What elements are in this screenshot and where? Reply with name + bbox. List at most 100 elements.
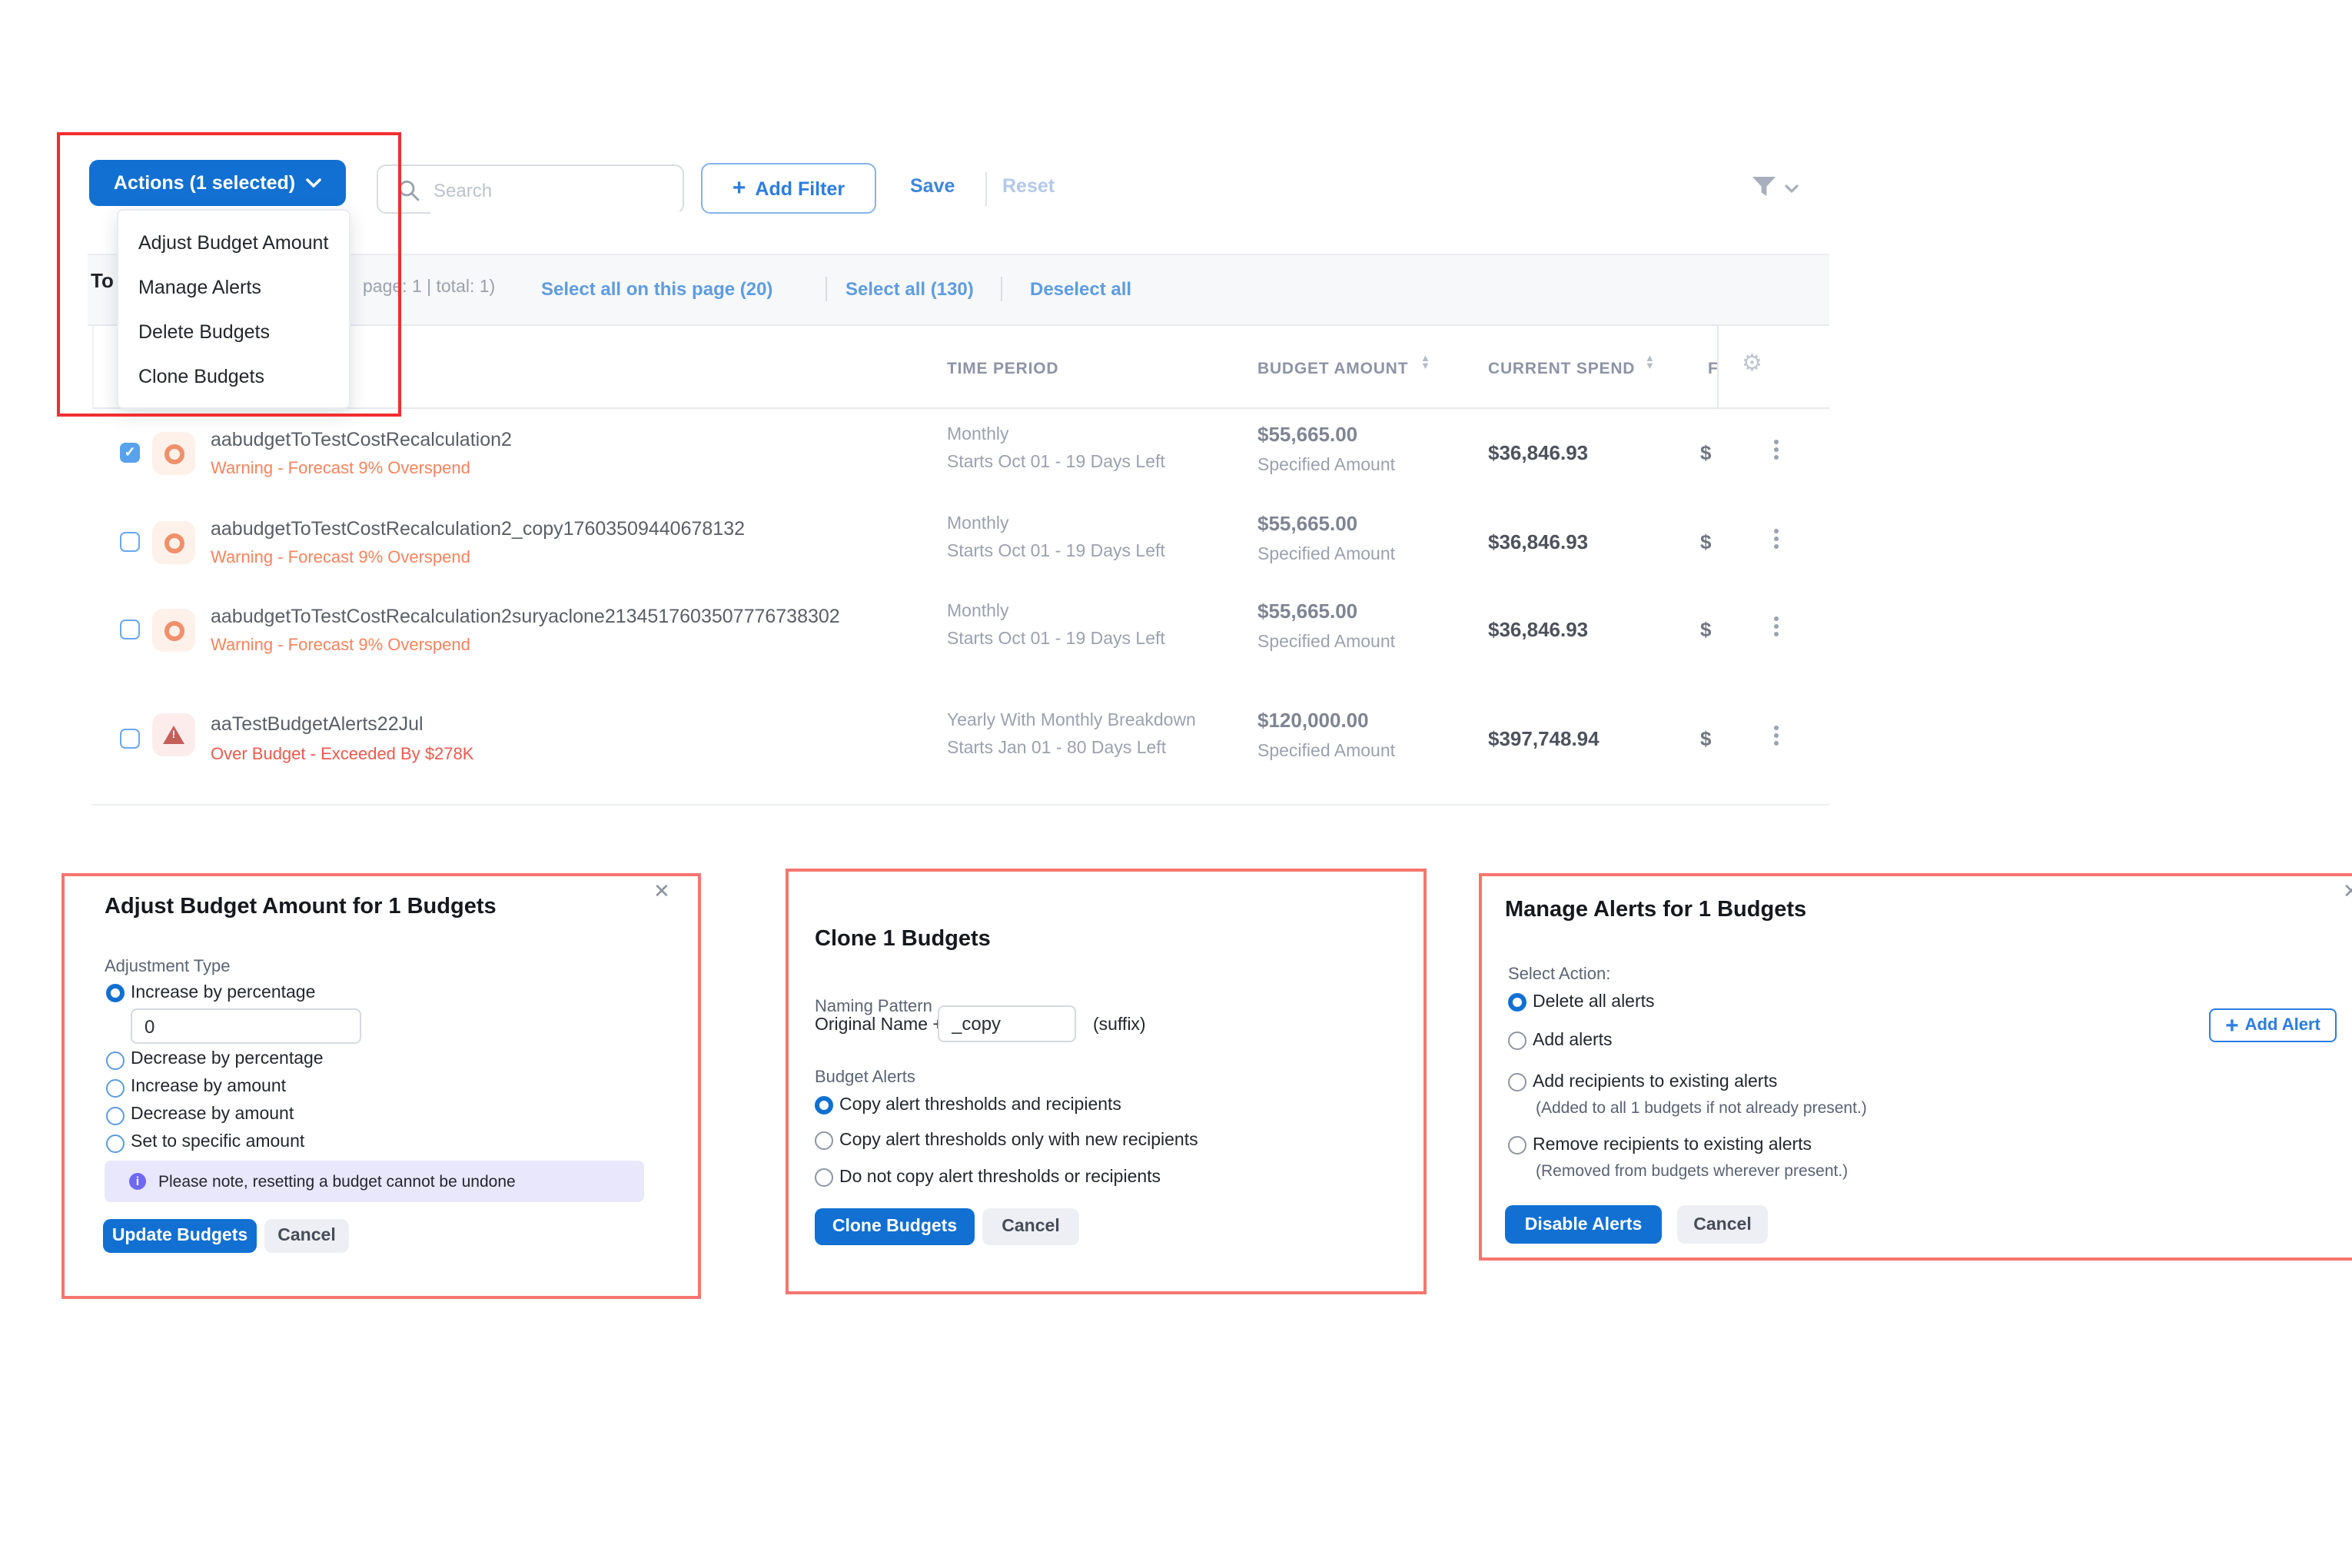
radio-label[interactable]: Increase by amount xyxy=(131,1078,286,1096)
plus-icon: + xyxy=(2225,1014,2239,1037)
column-header-current-spend[interactable]: CURRENT SPEND xyxy=(1488,360,1635,378)
radio-copy-thresholds-recipients[interactable] xyxy=(815,1096,833,1115)
deselect-all-link[interactable]: Deselect all xyxy=(1030,278,1131,300)
budgets-page: Actions (1 selected) + Add Filter Save R… xyxy=(0,0,2352,1568)
menu-item-clone-budgets[interactable]: Clone Budgets xyxy=(118,354,349,398)
radio-add-recipients[interactable] xyxy=(1508,1073,1526,1091)
menu-item-adjust-budget-amount[interactable]: Adjust Budget Amount xyxy=(118,220,349,264)
info-icon: i xyxy=(129,1173,146,1190)
menu-item-manage-alerts[interactable]: Manage Alerts xyxy=(118,264,349,309)
radio-increase-by-amount[interactable] xyxy=(106,1079,125,1098)
radio-label[interactable]: Set to specific amount xyxy=(131,1133,304,1151)
budget-name[interactable]: aabudgetToTestCostRecalculation2 xyxy=(211,429,512,450)
radio-label[interactable]: Add alerts xyxy=(1533,1031,1613,1050)
budget-status: Warning - Forecast 9% Overspend xyxy=(211,636,470,655)
info-banner-text: Please note, resetting a budget cannot b… xyxy=(158,1172,516,1191)
cancel-button[interactable]: Cancel xyxy=(1677,1205,1768,1244)
add-filter-button[interactable]: + Add Filter xyxy=(701,163,876,214)
budget-amount-type: Specified Amount xyxy=(1257,546,1395,564)
row-checkbox[interactable] xyxy=(120,620,140,639)
forecast-clipped-value: $ xyxy=(1700,727,1711,750)
table-row[interactable]: aabudgetToTestCostRecalculation2_copy176… xyxy=(92,498,1829,587)
radio-note: (Removed from budgets wherever present.) xyxy=(1536,1162,1848,1181)
radio-label[interactable]: Delete all alerts xyxy=(1533,993,1655,1012)
table-row[interactable]: ✓ aabudgetToTestCostRecalculation2 Warni… xyxy=(92,409,1829,500)
current-spend: $36,846.93 xyxy=(1488,618,1588,641)
menu-item-delete-budgets[interactable]: Delete Budgets xyxy=(118,309,349,354)
update-budgets-button[interactable]: Update Budgets xyxy=(103,1219,257,1253)
cancel-button[interactable]: Cancel xyxy=(264,1219,349,1253)
column-header-budget-amount[interactable]: BUDGET AMOUNT xyxy=(1257,360,1408,378)
budget-name[interactable]: aaTestBudgetAlerts22Jul xyxy=(211,713,424,735)
reset-button[interactable]: Reset xyxy=(1002,175,1055,197)
chevron-down-icon xyxy=(306,178,321,188)
budget-amount-type: Specified Amount xyxy=(1257,457,1395,475)
search-box xyxy=(377,164,684,214)
row-kebab-menu-icon[interactable] xyxy=(1765,440,1786,460)
percentage-input[interactable] xyxy=(131,1008,361,1044)
select-all-link[interactable]: Select all (130) xyxy=(845,278,974,300)
radio-label[interactable]: Decrease by amount xyxy=(131,1105,294,1124)
table-header-row: TIME PERIOD BUDGET AMOUNT ▲ ▼ CURRENT SP… xyxy=(92,326,1829,409)
over-budget-status-icon: ! xyxy=(152,713,195,756)
time-period-line1: Yearly With Monthly Breakdown xyxy=(947,712,1196,730)
radio-set-to-specific-amount[interactable] xyxy=(106,1134,125,1153)
row-kebab-menu-icon[interactable] xyxy=(1765,529,1786,549)
warning-ring-icon xyxy=(164,533,184,553)
row-checkbox[interactable]: ✓ xyxy=(120,443,140,463)
actions-dropdown-button[interactable]: Actions (1 selected) xyxy=(89,160,346,206)
suffix-input[interactable] xyxy=(938,1005,1076,1042)
radio-label[interactable]: Add recipients to existing alerts xyxy=(1533,1073,1777,1091)
radio-no-copy-thresholds[interactable] xyxy=(815,1168,833,1187)
original-name-label: Original Name + xyxy=(815,1016,943,1035)
cancel-button[interactable]: Cancel xyxy=(982,1208,1079,1245)
suffix-hint: (suffix) xyxy=(1093,1016,1146,1035)
search-input[interactable] xyxy=(430,168,679,214)
adjust-budget-modal: ✕ Adjust Budget Amount for 1 Budgets Adj… xyxy=(65,876,698,1296)
actions-button-label: Actions (1 selected) xyxy=(114,172,295,194)
radio-label[interactable]: Copy alert thresholds and recipients xyxy=(839,1096,1121,1115)
column-settings-gear-icon[interactable]: ⚙ xyxy=(1742,352,1762,375)
budget-amount-type: Specified Amount xyxy=(1257,742,1395,761)
clone-budgets-button[interactable]: Clone Budgets xyxy=(815,1208,975,1245)
add-alert-button[interactable]: + Add Alert xyxy=(2209,1008,2337,1042)
row-kebab-menu-icon[interactable] xyxy=(1765,726,1786,746)
select-all-on-page-link[interactable]: Select all on this page (20) xyxy=(541,278,772,300)
radio-increase-by-percentage[interactable] xyxy=(106,984,125,1002)
budget-status: Over Budget - Exceeded By $278K xyxy=(211,746,473,764)
close-icon[interactable]: ✕ xyxy=(2343,879,2352,904)
warning-status-icon xyxy=(152,432,195,475)
row-checkbox[interactable] xyxy=(120,729,140,749)
forecast-clipped-value: $ xyxy=(1700,441,1711,464)
filter-funnel-icon[interactable] xyxy=(1751,175,1777,198)
radio-label[interactable]: Copy alert thresholds only with new reci… xyxy=(839,1131,1198,1150)
table-row[interactable]: aabudgetToTestCostRecalculation2suryaclo… xyxy=(92,586,1829,675)
radio-decrease-by-percentage[interactable] xyxy=(106,1051,125,1070)
sort-icon-budget-amount[interactable]: ▲ ▼ xyxy=(1420,355,1430,370)
radio-delete-all-alerts[interactable] xyxy=(1508,993,1526,1012)
time-period-line2: Starts Oct 01 - 19 Days Left xyxy=(947,453,1165,472)
radio-remove-recipients[interactable] xyxy=(1508,1136,1526,1154)
row-kebab-menu-icon[interactable] xyxy=(1765,616,1786,636)
radio-label[interactable]: Decrease by percentage xyxy=(131,1050,324,1068)
radio-label[interactable]: Remove recipients to existing alerts xyxy=(1533,1136,1812,1154)
radio-label[interactable]: Do not copy alert thresholds or recipien… xyxy=(839,1168,1161,1187)
disable-alerts-button[interactable]: Disable Alerts xyxy=(1505,1205,1662,1244)
radio-label[interactable]: Increase by percentage xyxy=(131,984,315,1002)
table-row[interactable]: ! aaTestBudgetAlerts22Jul Over Budget - … xyxy=(92,673,1829,806)
budget-name[interactable]: aabudgetToTestCostRecalculation2suryaclo… xyxy=(211,606,840,627)
radio-copy-thresholds-new-recipients[interactable] xyxy=(815,1131,833,1150)
budget-name[interactable]: aabudgetToTestCostRecalculation2_copy176… xyxy=(211,518,745,540)
budget-alerts-label: Budget Alerts xyxy=(815,1068,915,1087)
save-button[interactable]: Save xyxy=(910,175,955,197)
time-period-line1: Monthly xyxy=(947,515,1009,533)
naming-pattern-label: Naming Pattern xyxy=(815,998,932,1016)
add-filter-label: Add Filter xyxy=(755,178,845,199)
close-icon[interactable]: ✕ xyxy=(653,879,670,904)
radio-decrease-by-amount[interactable] xyxy=(106,1107,125,1125)
sort-icon-current-spend[interactable]: ▲ ▼ xyxy=(1645,355,1655,370)
filter-chevron-down-icon[interactable] xyxy=(1785,184,1799,194)
budget-amount: $55,665.00 xyxy=(1257,512,1357,535)
radio-add-alerts[interactable] xyxy=(1508,1031,1526,1050)
row-checkbox[interactable] xyxy=(120,532,140,552)
